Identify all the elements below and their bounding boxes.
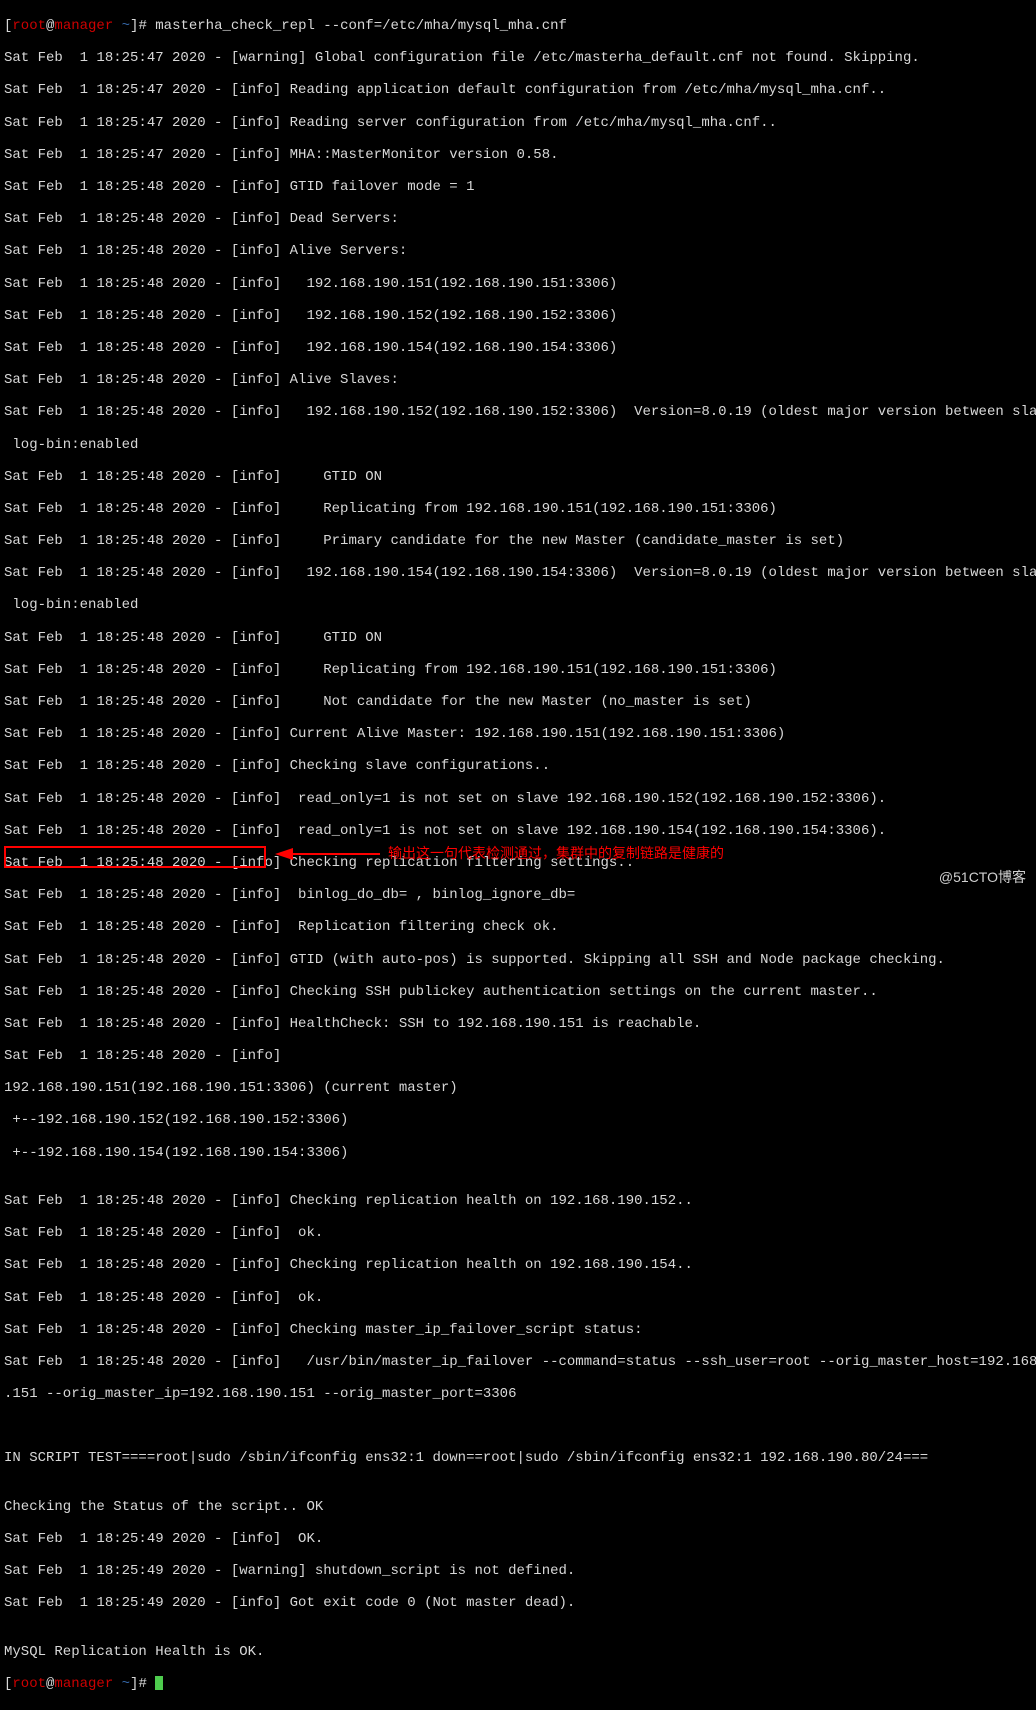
prompt-user: root: [12, 18, 46, 34]
output-line: Sat Feb 1 18:25:47 2020 - [info] MHA::Ma…: [4, 147, 1032, 163]
prompt-host: manager: [54, 1676, 113, 1692]
output-line: Sat Feb 1 18:25:48 2020 - [info] Not can…: [4, 694, 1032, 710]
output-line: Sat Feb 1 18:25:48 2020 - [info] Replica…: [4, 919, 1032, 935]
output-line: Sat Feb 1 18:25:48 2020 - [info] Checkin…: [4, 1322, 1032, 1338]
output-line: Sat Feb 1 18:25:47 2020 - [info] Reading…: [4, 82, 1032, 98]
output-line: Sat Feb 1 18:25:48 2020 - [info] Checkin…: [4, 984, 1032, 1000]
output-line: IN SCRIPT TEST====root|sudo /sbin/ifconf…: [4, 1450, 1032, 1466]
output-line: Sat Feb 1 18:25:48 2020 - [info] read_on…: [4, 823, 1032, 839]
output-line: Sat Feb 1 18:25:48 2020 - [info] Dead Se…: [4, 211, 1032, 227]
output-line: Sat Feb 1 18:25:48 2020 - [info] 192.168…: [4, 404, 1032, 420]
output-line: Sat Feb 1 18:25:47 2020 - [warning] Glob…: [4, 50, 1032, 66]
cursor-icon: [155, 1676, 163, 1690]
output-line: Sat Feb 1 18:25:48 2020 - [info] 192.168…: [4, 340, 1032, 356]
output-line: log-bin:enabled: [4, 597, 1032, 613]
output-line: 192.168.190.151(192.168.190.151:3306) (c…: [4, 1080, 1032, 1096]
output-line: Sat Feb 1 18:25:48 2020 - [info] read_on…: [4, 791, 1032, 807]
output-line: Sat Feb 1 18:25:48 2020 - [info] Checkin…: [4, 758, 1032, 774]
output-line: Sat Feb 1 18:25:48 2020 - [info] Checkin…: [4, 1193, 1032, 1209]
output-line: Sat Feb 1 18:25:48 2020 - [info] ok.: [4, 1290, 1032, 1306]
output-line: Sat Feb 1 18:25:48 2020 - [info] ok.: [4, 1225, 1032, 1241]
output-line: +--192.168.190.152(192.168.190.152:3306): [4, 1112, 1032, 1128]
output-line: Sat Feb 1 18:25:48 2020 - [info] Checkin…: [4, 1257, 1032, 1273]
output-line: Checking the Status of the script.. OK: [4, 1499, 1032, 1515]
output-line: Sat Feb 1 18:25:48 2020 - [info] 192.168…: [4, 565, 1032, 581]
output-line: Sat Feb 1 18:25:48 2020 - [info] GTID fa…: [4, 179, 1032, 195]
output-line: Sat Feb 1 18:25:49 2020 - [info] Got exi…: [4, 1595, 1032, 1611]
prompt-user: root: [12, 1676, 46, 1692]
output-line: Sat Feb 1 18:25:48 2020 - [info] /usr/bi…: [4, 1354, 1032, 1370]
output-line: Sat Feb 1 18:25:48 2020 - [info] GTID (w…: [4, 952, 1032, 968]
output-line: Sat Feb 1 18:25:47 2020 - [info] Reading…: [4, 115, 1032, 131]
prompt-host: manager: [54, 18, 113, 34]
output-line: Sat Feb 1 18:25:48 2020 - [info] 192.168…: [4, 276, 1032, 292]
output-line: Sat Feb 1 18:25:48 2020 - [info] HealthC…: [4, 1016, 1032, 1032]
output-line: Sat Feb 1 18:25:48 2020 - [info] Alive S…: [4, 372, 1032, 388]
output-line: Sat Feb 1 18:25:48 2020 - [info] Alive S…: [4, 243, 1032, 259]
output-line: .151 --orig_master_ip=192.168.190.151 --…: [4, 1386, 1032, 1402]
output-line: Sat Feb 1 18:25:48 2020 - [info] Replica…: [4, 501, 1032, 517]
output-line: Sat Feb 1 18:25:49 2020 - [info] OK.: [4, 1531, 1032, 1547]
prompt-line-2: [root@manager ~]#: [4, 1676, 1032, 1692]
output-line-highlighted: MySQL Replication Health is OK.: [4, 1644, 1032, 1660]
output-line: Sat Feb 1 18:25:49 2020 - [warning] shut…: [4, 1563, 1032, 1579]
output-line: +--192.168.190.154(192.168.190.154:3306): [4, 1145, 1032, 1161]
prompt-cwd: ~: [113, 18, 130, 34]
watermark: @51CTO博客: [939, 869, 1026, 885]
annotation-text: 输出这一句代表检测通过，集群中的复制链路是健康的: [388, 845, 724, 861]
prompt-cwd: ~: [113, 1676, 130, 1692]
prompt-line-1: [root@manager ~]# masterha_check_repl --…: [4, 18, 1032, 34]
output-line: Sat Feb 1 18:25:48 2020 - [info] GTID ON: [4, 469, 1032, 485]
output-line: Sat Feb 1 18:25:48 2020 - [info] 192.168…: [4, 308, 1032, 324]
output-line: Sat Feb 1 18:25:48 2020 - [info] Replica…: [4, 662, 1032, 678]
output-line: Sat Feb 1 18:25:48 2020 - [info] binlog_…: [4, 887, 1032, 903]
output-line: Sat Feb 1 18:25:48 2020 - [info] Current…: [4, 726, 1032, 742]
command-text: masterha_check_repl --conf=/etc/mha/mysq…: [147, 18, 567, 34]
output-line: log-bin:enabled: [4, 437, 1032, 453]
output-line: Sat Feb 1 18:25:48 2020 - [info]: [4, 1048, 1032, 1064]
output-line: Sat Feb 1 18:25:48 2020 - [info] Primary…: [4, 533, 1032, 549]
output-line: Sat Feb 1 18:25:48 2020 - [info] GTID ON: [4, 630, 1032, 646]
